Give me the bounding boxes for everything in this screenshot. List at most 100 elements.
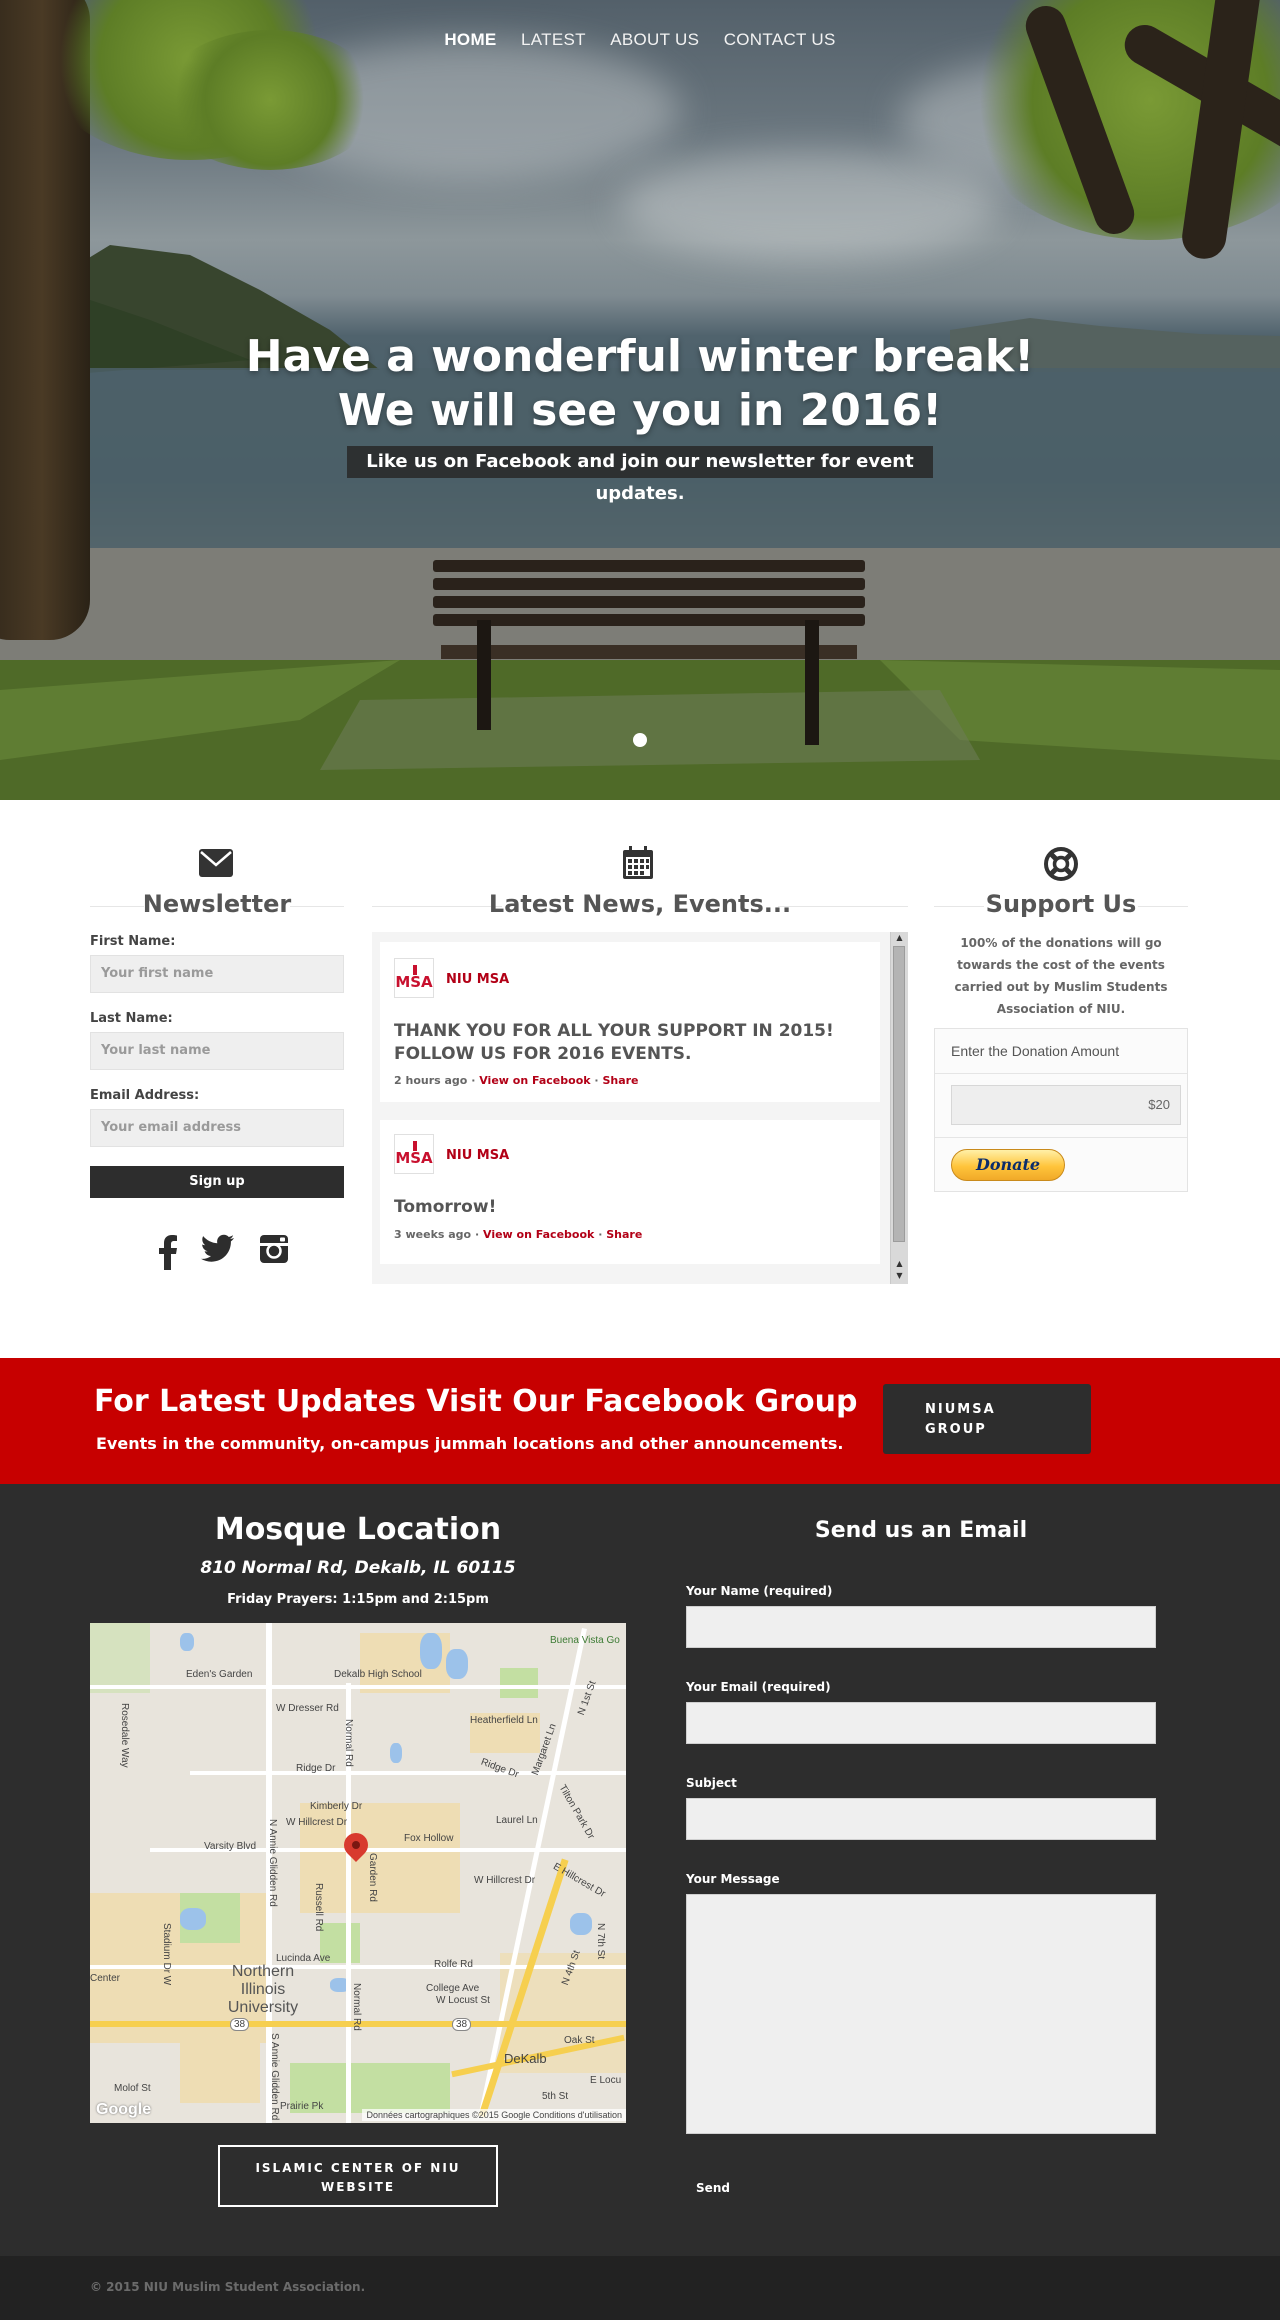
name-input[interactable] [686,1606,1156,1648]
bench-plank [433,578,865,590]
map-label: Heatherfield Ln [470,1715,538,1726]
scroll-down-arrow-icon[interactable]: ▲ [891,1258,908,1270]
map-label: Russell Rd [313,1883,324,1932]
feed-post: MSA NIU MSA Tomorrow! 3 weeks ago · View… [380,1120,880,1264]
view-on-facebook-link[interactable]: View on Facebook [479,1074,590,1087]
send-button[interactable]: Send [686,2170,740,2206]
map-water [390,1743,402,1763]
feed-scrollbar[interactable]: ▲ ▲ ▼ [890,932,908,1284]
bench-plank [433,596,865,608]
hero-subtitle: Like us on Facebook and join our newslet… [347,446,933,504]
hero-slider: HOME LATEST ABOUT US CONTACT US Have a w… [0,0,1280,800]
niumsa-group-button[interactable]: NIUMSA GROUP [883,1384,1091,1454]
map-label: Ridge Dr [296,1763,336,1774]
map-label: Garden Rd [367,1853,378,1902]
slider-dot[interactable] [633,733,647,747]
instagram-icon[interactable] [256,1234,292,1264]
last-name-label: Last Name: [90,1011,173,1026]
feed-post: MSA NIU MSA THANK YOU FOR ALL YOUR SUPPO… [380,942,880,1102]
message-textarea[interactable] [686,1894,1156,2134]
map-label: 5th St [542,2091,569,2102]
banner-subtitle: Events in the community, on-campus jumma… [96,1434,844,1453]
facebook-group-banner: For Latest Updates Visit Our Facebook Gr… [0,1358,1280,1484]
support-title: Support Us [985,890,1137,918]
map-label: W Locust St [436,1995,490,2006]
map-campus-label: Northern Illinois University [227,1963,299,2016]
name-label: Your Name (required) [686,1584,833,1598]
nav-home[interactable]: HOME [444,30,496,50]
lifebuoy-icon [1044,847,1078,881]
map-label: N Annie Glidden Rd [267,1819,278,1907]
map-attribution[interactable]: Données cartographiques ©2015 Google Con… [362,2109,626,2121]
scroll-down-arrow-icon[interactable]: ▼ [891,1270,908,1282]
route-shield: 38 [230,2018,250,2031]
prayer-times: Friday Prayers: 1:15pm and 2:15pm [227,1592,489,1607]
hero-title: Have a wonderful winter break! We will s… [0,330,1280,438]
email-input[interactable] [686,1702,1156,1744]
subject-input[interactable] [686,1798,1156,1840]
share-link[interactable]: Share [602,1074,638,1087]
signup-button[interactable]: Sign up [90,1166,344,1198]
email-address-input[interactable]: Your email address [90,1109,344,1147]
park-bench [433,560,865,745]
bench-plank [433,614,865,626]
msa-logo: MSA [394,958,434,998]
post-meta: 2 hours ago · View on Facebook · Share [394,1074,639,1087]
divider [935,1137,1187,1138]
first-name-input[interactable]: Your first name [90,955,344,993]
map-label: W Hillcrest Dr [474,1875,536,1886]
map-label: Varsity Blvd [204,1841,257,1852]
banner-title: For Latest Updates Visit Our Facebook Gr… [94,1384,858,1419]
map-label: Kimberly Dr [310,1801,363,1812]
twitter-icon[interactable] [200,1234,236,1264]
map-label: Laurel Ln [496,1815,538,1826]
share-link[interactable]: Share [606,1228,642,1241]
map-area [180,2043,260,2103]
msa-logo: MSA [394,1134,434,1174]
last-name-input[interactable]: Your last name [90,1032,344,1070]
google-map[interactable]: Buena Vista Go Eden's Garden Dekalb High… [90,1623,626,2123]
email-address-label: Email Address: [90,1088,200,1103]
mosque-address: 810 Normal Rd, Dekalb, IL 60115 [200,1558,516,1578]
map-label: S Annie Glidden Rd [269,2033,280,2121]
nav-about-us[interactable]: ABOUT US [610,30,699,50]
facebook-feed[interactable]: MSA NIU MSA THANK YOU FOR ALL YOUR SUPPO… [372,932,908,1284]
divider [935,1073,1187,1074]
post-time: 3 weeks ago [394,1228,472,1241]
map-water [420,1633,442,1669]
view-on-facebook-link[interactable]: View on Facebook [483,1228,594,1241]
scroll-up-arrow-icon[interactable]: ▲ [891,932,908,944]
post-time: 2 hours ago [394,1074,468,1087]
post-author[interactable]: NIU MSA [446,1148,509,1163]
map-label: Normal Rd [351,1983,362,2031]
map-label: Buena Vista Go [550,1635,620,1646]
facebook-icon[interactable] [150,1234,186,1270]
route-shield: 38 [452,2018,472,2031]
post-author[interactable]: NIU MSA [446,972,509,987]
islamic-center-website-button[interactable]: ISLAMIC CENTER OF NIU WEBSITE [218,2145,498,2207]
nav-latest[interactable]: LATEST [521,30,586,50]
donation-amount-input[interactable]: $20 [951,1085,1181,1125]
bench-plank [433,560,865,572]
tree-right [960,0,1280,380]
map-water [180,1908,206,1930]
map-label: Oak St [564,2035,595,2046]
map-label: Dekalb High School [334,1669,422,1680]
donation-amount-label: Enter the Donation Amount [951,1043,1120,1059]
subject-label: Subject [686,1776,737,1790]
mosque-title: Mosque Location [214,1512,502,1547]
nav-contact-us[interactable]: CONTACT US [724,30,836,50]
map-label: Rosedale Way [119,1703,130,1768]
first-name-label: First Name: [90,934,176,949]
map-water [570,1913,592,1935]
support-description: 100% of the donations will go towards th… [954,936,1168,1016]
map-label: Prairie Pk [280,2101,324,2112]
message-label: Your Message [686,1872,780,1886]
map-label: W Hillcrest Dr [286,1817,348,1828]
map-label: Stadium Dr W [161,1923,172,1986]
scroll-thumb[interactable] [893,946,905,1242]
paypal-donate-button[interactable]: Donate [951,1149,1065,1181]
news-title: Latest News, Events... [488,890,792,918]
map-label: Tilton Park Dr [556,1783,597,1842]
main-nav: HOME LATEST ABOUT US CONTACT US [0,30,1280,50]
